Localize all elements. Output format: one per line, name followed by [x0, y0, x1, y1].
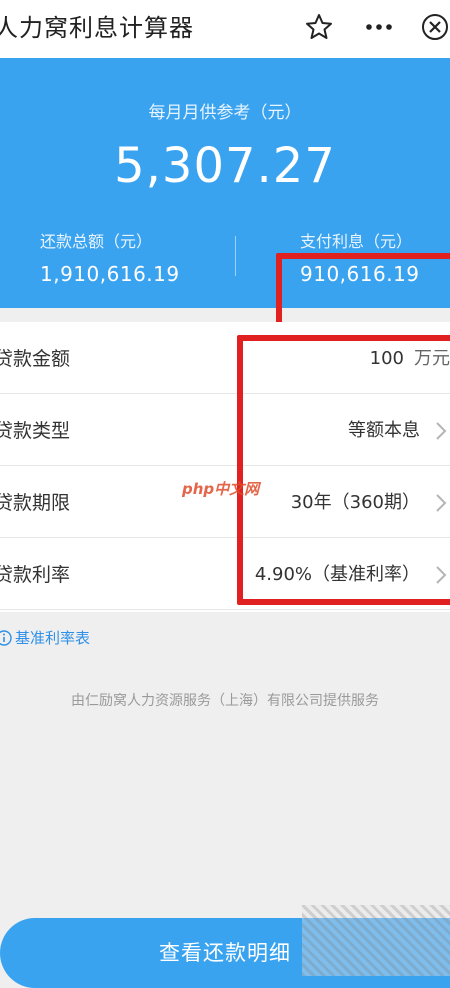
watermark-pattern	[302, 905, 450, 976]
loan-type-label: 贷款类型	[0, 420, 71, 442]
star-icon[interactable]	[304, 12, 334, 42]
rate-table-link-label: 基准利率表	[15, 629, 91, 647]
more-icon[interactable]	[364, 12, 394, 42]
loan-rate-label: 贷款利率	[0, 564, 71, 586]
interest-paid-label: 支付利息（元）	[300, 232, 413, 251]
loan-term-label: 贷款期限	[0, 492, 71, 514]
watermark-logo: php中文网	[182, 480, 260, 498]
highlight-box-form-values	[237, 335, 450, 605]
provider-note: 由仁励窝人力资源服务（上海）有限公司提供服务	[71, 693, 379, 709]
monthly-payment-amount: 5,307.27	[114, 138, 336, 194]
top-bar: 人力窝利息计算器	[0, 0, 450, 58]
app-title: 人力窝利息计算器	[0, 14, 194, 42]
stat-divider	[235, 236, 236, 276]
total-repayment: 还款总额（元） 1,910,616.19	[40, 228, 180, 286]
loan-amount-label: 贷款金额	[0, 348, 71, 370]
rate-table-link[interactable]: 基准利率表	[0, 627, 90, 648]
total-repayment-value: 1,910,616.19	[40, 262, 180, 286]
total-repayment-label: 还款总额（元）	[40, 232, 153, 251]
monthly-payment-label: 每月月供参考（元）	[148, 103, 302, 123]
result-summary: 每月月供参考（元） 5,307.27 还款总额（元） 1,910,616.19 …	[0, 58, 450, 356]
info-icon	[0, 629, 12, 646]
close-icon[interactable]	[420, 12, 450, 42]
